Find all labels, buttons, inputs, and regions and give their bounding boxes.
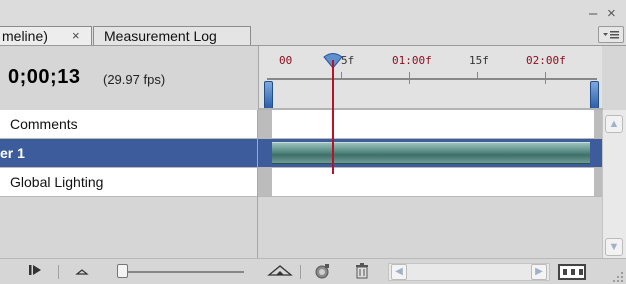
ruler-tick [477, 72, 478, 80]
toolbar-separator [300, 265, 301, 279]
close-panel-icon[interactable]: × [607, 6, 616, 21]
ruler-tick [409, 72, 410, 84]
track-tail [594, 168, 602, 196]
current-time[interactable]: 0;00;13 [8, 66, 80, 89]
layer-name: Comments [0, 110, 258, 138]
time-ruler[interactable]: 00 5f 01:00f 15f 02:00f [258, 46, 603, 110]
ruler-label: 01:00f [392, 54, 432, 67]
zoom-slider-track[interactable] [118, 271, 244, 273]
scroll-right-icon[interactable]: ▶ [531, 264, 547, 280]
frame-rate: (29.97 fps) [103, 72, 166, 87]
layer-track [258, 110, 602, 138]
scroll-down-icon[interactable]: ▼ [605, 238, 623, 256]
tween-icon[interactable] [312, 263, 332, 281]
layer-row-global-lighting[interactable]: Global Lighting [0, 168, 602, 197]
track-lead [258, 110, 272, 138]
scroll-left-icon[interactable]: ◀ [391, 264, 407, 280]
tab-label: Measurement Log [104, 28, 217, 44]
ruler-label: 02:00f [526, 54, 566, 67]
panel-tab-bar: meline) × Measurement Log – × [0, 0, 626, 46]
layer-track [258, 139, 602, 167]
resize-grip-icon[interactable] [612, 271, 624, 283]
work-area-start-handle[interactable] [264, 81, 273, 109]
layer-divider [257, 110, 258, 258]
layer-row-comments[interactable]: Comments [0, 110, 602, 139]
layer-list: Comments er 1 Global Lighting [0, 110, 602, 258]
timeline-toolbar: ◀ ▶ [0, 258, 626, 284]
ruler-label: 00 [279, 54, 293, 67]
toolbar-separator [58, 265, 59, 279]
zoom-in-icon[interactable] [266, 263, 294, 281]
panel-menu-icon[interactable] [598, 26, 624, 43]
vertical-scrollbar[interactable]: ▲ ▼ [602, 110, 626, 260]
work-area-end-handle[interactable] [590, 81, 599, 109]
layer-track [258, 168, 602, 196]
ruler-tick [545, 72, 546, 84]
layer-row-layer-1[interactable]: er 1 [0, 139, 602, 168]
zoom-out-icon[interactable] [74, 263, 90, 281]
ruler-label: 15f [469, 54, 489, 67]
tab-close-icon[interactable]: × [72, 27, 80, 45]
zoom-slider-thumb[interactable] [117, 264, 128, 278]
track-lead [258, 168, 272, 196]
tab-label: meline) [2, 28, 48, 44]
next-frame-icon[interactable] [24, 263, 46, 281]
playhead-line [332, 60, 334, 174]
convert-to-frame-animation-icon[interactable] [558, 264, 586, 280]
timecode-area: 0;00;13 (29.97 fps) [0, 46, 258, 110]
layer-name: Global Lighting [0, 168, 258, 196]
timeline-empty-area [258, 197, 602, 258]
tab-measurement-log[interactable]: Measurement Log [93, 26, 251, 46]
track-tail [594, 110, 602, 138]
tab-animation-timeline[interactable]: meline) × [0, 26, 92, 46]
ruler-tick [341, 72, 342, 80]
layer-name: er 1 [0, 139, 258, 167]
timeline-panel: meline) × Measurement Log – × 0;00;13 (2… [0, 0, 626, 284]
delete-icon[interactable] [354, 263, 370, 281]
minimize-icon[interactable]: – [589, 6, 597, 21]
scroll-up-icon[interactable]: ▲ [605, 115, 623, 133]
layer-duration-bar[interactable] [272, 142, 590, 164]
horizontal-scrollbar[interactable]: ◀ ▶ [388, 263, 550, 281]
ruler-track [267, 78, 597, 80]
